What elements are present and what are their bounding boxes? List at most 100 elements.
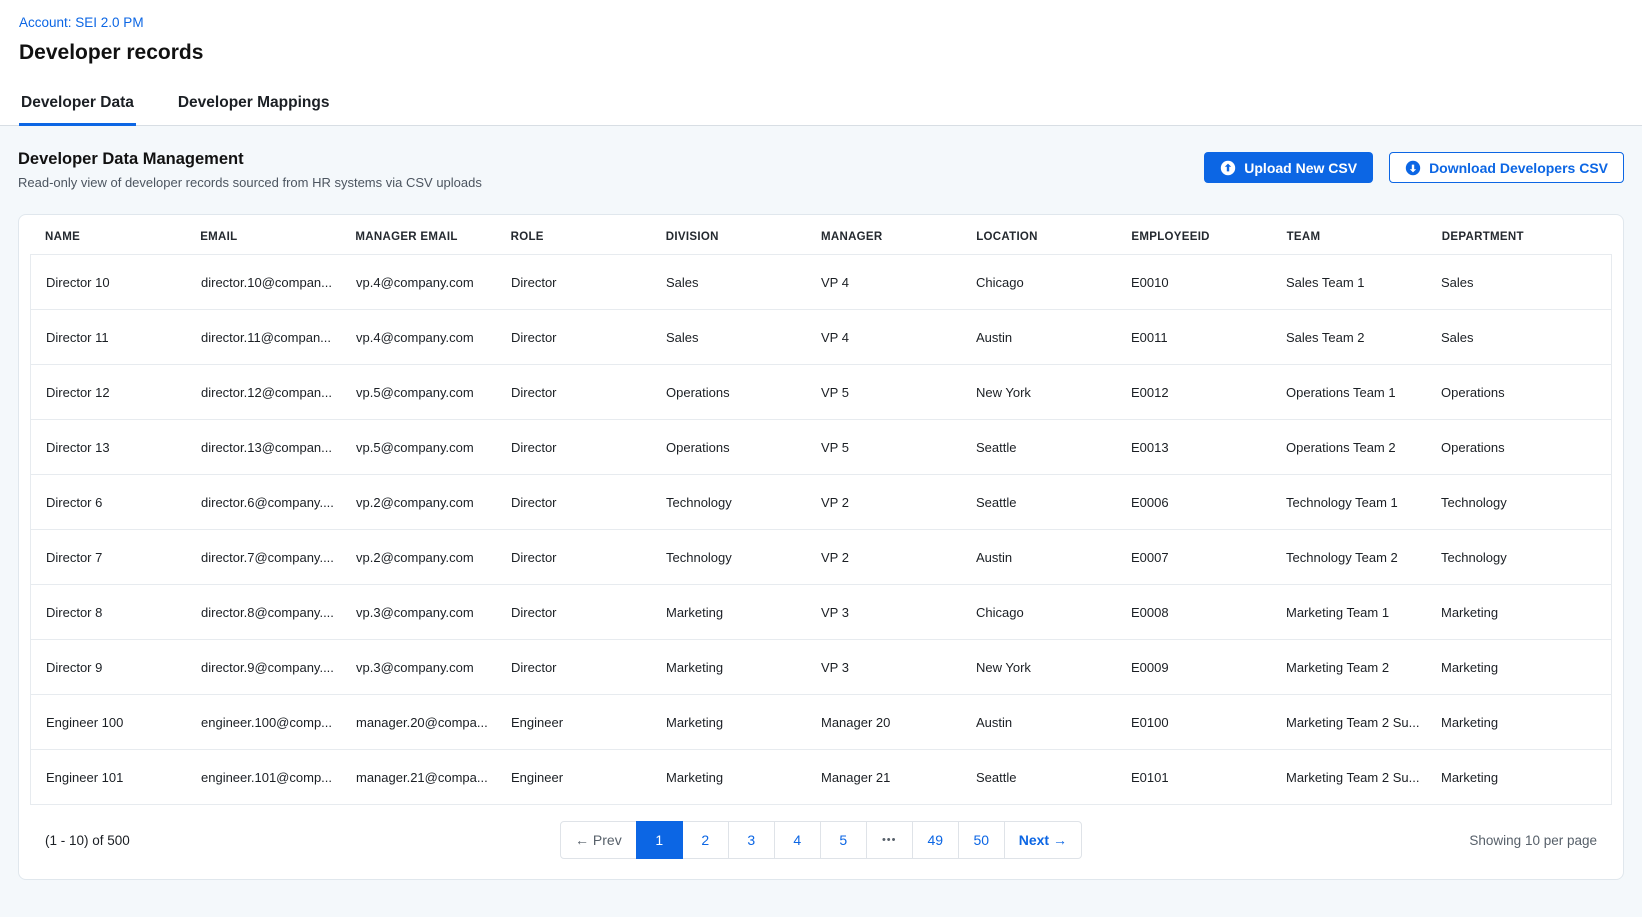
table-cell: Operations Team 1 (1286, 385, 1441, 400)
download-csv-button[interactable]: Download Developers CSV (1389, 152, 1624, 183)
per-page-text: Showing 10 per page (1082, 833, 1597, 848)
table-row: Director 13director.13@compan...vp.5@com… (30, 419, 1612, 475)
section-title: Developer Data Management (18, 150, 482, 169)
table-cell: Marketing (1441, 715, 1596, 730)
table-cell: manager.21@compa... (356, 770, 511, 785)
table-cell: vp.2@company.com (356, 550, 511, 565)
table-cell: Director (511, 440, 666, 455)
table-cell: Sales (1441, 275, 1596, 290)
page-button-3[interactable]: 3 (728, 821, 775, 859)
table-cell: Seattle (976, 495, 1131, 510)
table-cell: Marketing (1441, 770, 1596, 785)
table-footer: (1 - 10) of 500 ← Prev12345•••4950Next →… (19, 805, 1623, 879)
download-icon (1405, 160, 1421, 176)
table-cell: E0013 (1131, 440, 1286, 455)
table-cell: Seattle (976, 440, 1131, 455)
table-cell: Chicago (976, 275, 1131, 290)
table-row: Director 6director.6@company....vp.2@com… (30, 474, 1612, 530)
column-header: ROLE (511, 231, 666, 243)
table-cell: vp.5@company.com (356, 385, 511, 400)
table-cell: Technology (666, 495, 821, 510)
page-button-5[interactable]: 5 (820, 821, 867, 859)
table-cell: Sales Team 2 (1286, 330, 1441, 345)
upload-csv-button[interactable]: Upload New CSV (1204, 152, 1373, 183)
table-cell: Director 13 (46, 440, 201, 455)
table-cell: vp.3@company.com (356, 605, 511, 620)
table-cell: Marketing Team 2 (1286, 660, 1441, 675)
table-cell: VP 3 (821, 660, 976, 675)
table-cell: Engineer 101 (46, 770, 201, 785)
page-button-49[interactable]: 49 (912, 821, 959, 859)
table-cell: Marketing (666, 605, 821, 620)
content-section: Developer Data Management Read-only view… (0, 126, 1642, 917)
table-row: Director 7director.7@company....vp.2@com… (30, 529, 1612, 585)
page-button-1[interactable]: 1 (636, 821, 683, 859)
column-header: EMPLOYEEID (1131, 231, 1286, 243)
table-cell: director.6@company.... (201, 495, 356, 510)
table-cell: Director (511, 660, 666, 675)
table-row: Director 8director.8@company....vp.3@com… (30, 584, 1612, 640)
table-cell: Marketing (1441, 660, 1596, 675)
table-cell: Operations (1441, 440, 1596, 455)
next-page-button[interactable]: Next → (1004, 821, 1082, 859)
table-cell: Engineer (511, 770, 666, 785)
table-cell: VP 2 (821, 495, 976, 510)
table-cell: Manager 20 (821, 715, 976, 730)
table-row: Director 10director.10@compan...vp.4@com… (30, 254, 1612, 310)
table-cell: VP 4 (821, 275, 976, 290)
developer-table: NAMEEMAILMANAGER EMAILROLEDIVISIONMANAGE… (18, 214, 1624, 880)
table-cell: Sales Team 1 (1286, 275, 1441, 290)
table-cell: Sales (1441, 330, 1596, 345)
page-button-4[interactable]: 4 (774, 821, 821, 859)
range-text: (1 - 10) of 500 (45, 833, 560, 848)
table-cell: VP 4 (821, 330, 976, 345)
table-cell: Technology (1441, 550, 1596, 565)
table-cell: Director (511, 495, 666, 510)
table-cell: engineer.101@comp... (201, 770, 356, 785)
account-link[interactable]: Account: SEI 2.0 PM (19, 15, 144, 30)
tab-developer-mappings[interactable]: Developer Mappings (176, 83, 332, 125)
page-button-2[interactable]: 2 (682, 821, 729, 859)
table-cell: VP 2 (821, 550, 976, 565)
table-cell: Director 7 (46, 550, 201, 565)
tab-developer-data[interactable]: Developer Data (19, 83, 136, 125)
section-header: Developer Data Management Read-only view… (18, 150, 1624, 190)
column-header: MANAGER EMAIL (355, 231, 510, 243)
table-cell: Marketing (666, 715, 821, 730)
prev-page-button[interactable]: ← Prev (560, 821, 637, 859)
table-cell: Director 12 (46, 385, 201, 400)
table-cell: vp.5@company.com (356, 440, 511, 455)
table-cell: manager.20@compa... (356, 715, 511, 730)
table-row: Engineer 101engineer.101@comp...manager.… (30, 749, 1612, 805)
table-cell: Director 9 (46, 660, 201, 675)
table-cell: director.13@compan... (201, 440, 356, 455)
section-subtitle: Read-only view of developer records sour… (18, 175, 482, 190)
column-header: MANAGER (821, 231, 976, 243)
table-cell: Director (511, 330, 666, 345)
table-cell: director.10@compan... (201, 275, 356, 290)
tabs: Developer Data Developer Mappings (0, 83, 1642, 126)
csv-actions: Upload New CSV Download Developers CSV (1204, 152, 1624, 183)
column-header: NAME (45, 231, 200, 243)
table-cell: director.12@compan... (201, 385, 356, 400)
table-cell: Operations (1441, 385, 1596, 400)
table-cell: vp.3@company.com (356, 660, 511, 675)
table-cell: Marketing (1441, 605, 1596, 620)
table-cell: Director (511, 550, 666, 565)
table-cell: Marketing (666, 770, 821, 785)
table-cell: vp.4@company.com (356, 330, 511, 345)
table-cell: Sales (666, 330, 821, 345)
table-header-row: NAMEEMAILMANAGER EMAILROLEDIVISIONMANAGE… (19, 215, 1623, 255)
download-csv-label: Download Developers CSV (1429, 160, 1608, 176)
table-cell: E0101 (1131, 770, 1286, 785)
table-cell: director.7@company.... (201, 550, 356, 565)
table-cell: Marketing Team 1 (1286, 605, 1441, 620)
pagination: ← Prev12345•••4950Next → (560, 821, 1082, 859)
page-button-50[interactable]: 50 (958, 821, 1005, 859)
table-cell: Sales (666, 275, 821, 290)
table-cell: Technology (1441, 495, 1596, 510)
table-body: Director 10director.10@compan...vp.4@com… (19, 254, 1623, 805)
table-cell: Operations (666, 385, 821, 400)
table-cell: Technology Team 1 (1286, 495, 1441, 510)
table-cell: Marketing (666, 660, 821, 675)
